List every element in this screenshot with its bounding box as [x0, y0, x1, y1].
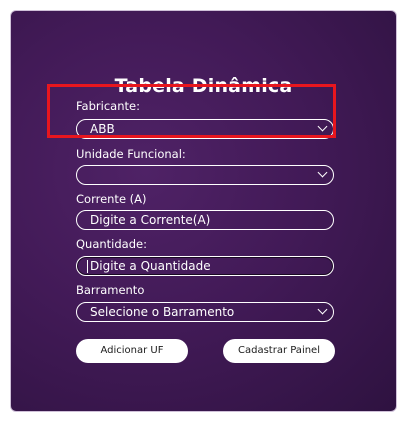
quantidade-label: Quantidade:	[76, 237, 147, 251]
chevron-down-icon	[317, 167, 328, 178]
barramento-select[interactable]: Selecione o Barramento	[76, 302, 334, 322]
register-panel-button[interactable]: Cadastrar Painel	[223, 339, 335, 363]
highlight-box	[47, 84, 336, 138]
form-panel: Tabela Dinâmica Fabricante: ABB Unidade …	[10, 10, 397, 412]
add-uf-button[interactable]: Adicionar UF	[76, 339, 188, 363]
chevron-down-icon	[317, 304, 328, 315]
quantidade-input[interactable]: Digite a Quantidade	[76, 256, 334, 276]
barramento-label: Barramento	[76, 283, 145, 297]
corrente-input[interactable]: Digite a Corrente(A)	[76, 210, 334, 230]
unidade-label: Unidade Funcional:	[76, 147, 186, 161]
corrente-placeholder: Digite a Corrente(A)	[90, 213, 211, 227]
corrente-label: Corrente (A)	[76, 192, 147, 206]
text-caret	[87, 260, 88, 273]
quantidade-placeholder: Digite a Quantidade	[90, 259, 211, 273]
unidade-select[interactable]	[76, 165, 334, 185]
barramento-value: Selecione o Barramento	[90, 305, 235, 319]
